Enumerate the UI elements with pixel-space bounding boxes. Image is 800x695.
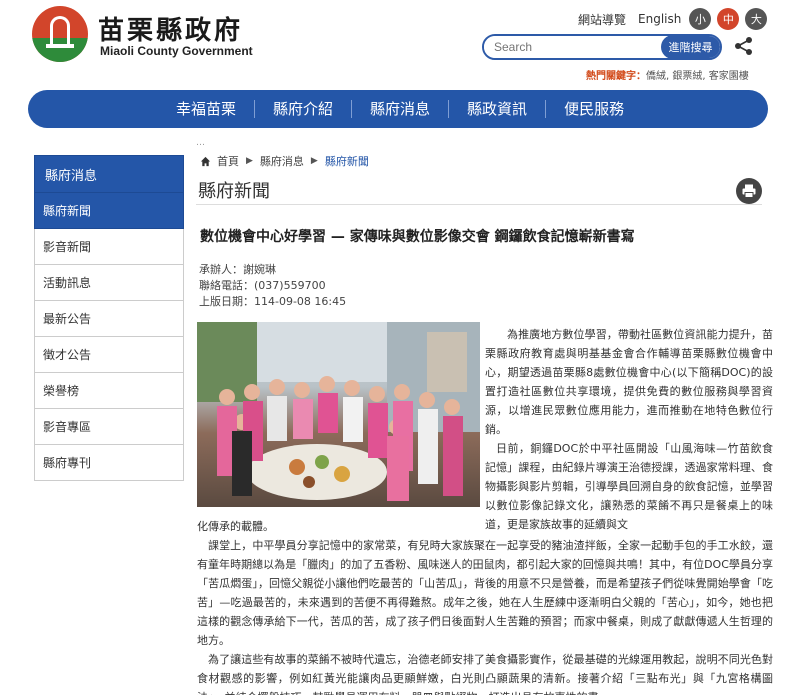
- logo-base: [46, 44, 74, 48]
- group-photo-illustration: [197, 322, 480, 501]
- article-paragraph: 為推廣地方數位學習，帶動社區數位資訊能力提升，苗栗縣政府教育處與明基基金會合作輔…: [485, 328, 773, 436]
- sitemap-link[interactable]: 網站導覽: [578, 11, 626, 28]
- font-small-button[interactable]: 小: [689, 8, 712, 30]
- article-title: 數位機會中心好學習 — 家傳味與數位影像交會 鋼鑼飲食記憶嶄新書寫: [200, 229, 635, 245]
- article-date: 上版日期：114-09-08 16:45: [199, 295, 347, 308]
- article-contact: 承辦人：謝婉琳: [199, 263, 276, 276]
- nav-item-services[interactable]: 便民服務: [546, 100, 642, 118]
- chevron-right-icon: ▶: [246, 156, 253, 166]
- title-divider: [196, 204, 762, 205]
- site-title[interactable]: 苗栗縣政府: [98, 10, 243, 47]
- page-title: 縣府新聞: [198, 181, 270, 202]
- sidebar-item-events[interactable]: 活動訊息: [34, 265, 184, 301]
- sidebar: 縣府消息 縣府新聞 影音新聞 活動訊息 最新公告 徵才公告 榮譽榜 影音專區 縣…: [34, 155, 184, 481]
- logo-tower: [50, 16, 70, 46]
- breadcrumb-home[interactable]: 首頁: [217, 153, 239, 169]
- advanced-search-button[interactable]: 進階搜尋: [661, 36, 720, 58]
- hot-keywords-list[interactable]: 僑絨, 銀票絨, 客家園樓: [646, 71, 749, 82]
- site-subtitle: Miaoli County Government: [100, 44, 253, 58]
- article-photo[interactable]: [197, 322, 480, 507]
- nav-item-news[interactable]: 縣府消息: [352, 100, 450, 118]
- article-paragraph: 課堂上，中平學員分享記憶中的家常菜，有兒時大家族聚在一起享受的豬油渣拌飯，全家一…: [197, 539, 773, 647]
- print-button[interactable]: [736, 178, 762, 204]
- sidebar-item-publications[interactable]: 縣府專刊: [34, 445, 184, 481]
- breadcrumb: 首頁 ▶ 縣府消息 ▶ 縣府新聞: [200, 153, 369, 169]
- font-large-button[interactable]: 大: [745, 8, 768, 30]
- article-paragraph: 化傳承的載體。: [197, 520, 274, 533]
- sidebar-item-county-news[interactable]: 縣府新聞: [34, 193, 184, 229]
- home-icon: [200, 156, 211, 166]
- hot-keywords: 熱門關鍵字：僑絨, 銀票絨, 客家園樓: [586, 67, 749, 82]
- sidebar-item-announcements[interactable]: 最新公告: [34, 301, 184, 337]
- hot-keywords-label: 熱門關鍵字：: [586, 71, 646, 82]
- top-links: 網站導覽 English 小 中 大: [578, 8, 768, 30]
- sidebar-item-video-news[interactable]: 影音新聞: [34, 229, 184, 265]
- article-paragraph: 為了讓這些有故事的菜餚不被時代遺忘，治德老師安排了美食攝影實作，從最基礎的光線運…: [197, 653, 773, 695]
- print-icon: [742, 184, 756, 198]
- article-phone: 聯絡電話：(037)559700: [199, 279, 326, 292]
- site-header: 苗栗縣政府 Miaoli County Government 網站導覽 Engl…: [0, 0, 800, 88]
- main-nav: 幸福苗栗 縣府介紹 縣府消息 縣政資訊 便民服務: [28, 90, 768, 128]
- chevron-right-icon: ▶: [310, 156, 318, 166]
- breadcrumb-current[interactable]: 縣府新聞: [325, 153, 369, 169]
- english-link[interactable]: English: [638, 12, 681, 26]
- nav-item-about[interactable]: 縣府介紹: [255, 100, 353, 118]
- sidebar-item-honors[interactable]: 榮譽榜: [34, 373, 184, 409]
- sidebar-heading[interactable]: 縣府消息: [34, 155, 184, 193]
- breadcrumb-county-news-section[interactable]: 縣府消息: [260, 153, 304, 169]
- font-medium-button[interactable]: 中: [717, 8, 740, 30]
- accesskey-dots[interactable]: …: [196, 138, 206, 148]
- sidebar-item-video-zone[interactable]: 影音專區: [34, 409, 184, 445]
- county-logo[interactable]: [32, 6, 88, 62]
- sidebar-item-recruitment[interactable]: 徵才公告: [34, 337, 184, 373]
- search-box: 進階搜尋: [482, 34, 722, 60]
- share-icon[interactable]: [734, 36, 754, 56]
- nav-item-happy-miaoli[interactable]: 幸福苗栗: [158, 100, 256, 118]
- search-input[interactable]: [484, 36, 662, 58]
- nav-item-info[interactable]: 縣政資訊: [449, 100, 547, 118]
